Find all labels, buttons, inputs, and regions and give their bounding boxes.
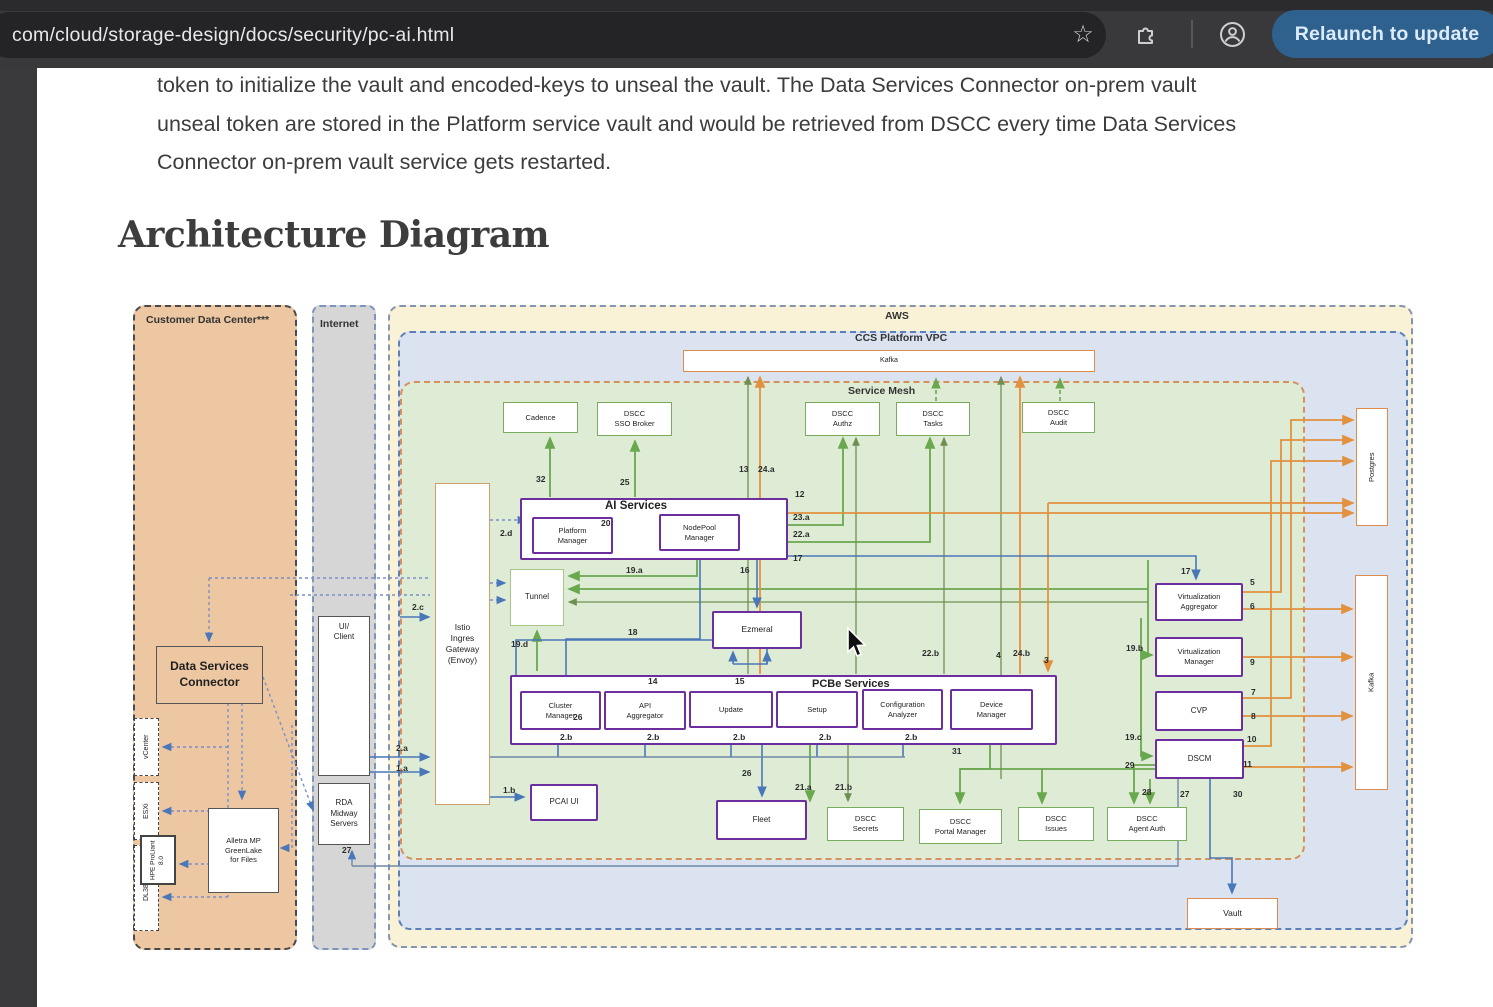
node-kafka-bar: Kafka bbox=[683, 350, 1095, 372]
node-hpe-proliant: HPE ProLiant 8.0 bbox=[140, 835, 176, 885]
node-data-services-connector: Data Services Connector bbox=[156, 646, 263, 704]
edge-label: 25 bbox=[620, 477, 629, 487]
node-virtualization-manager: Virtualization Manager bbox=[1155, 637, 1243, 677]
edge-label: 26 bbox=[742, 768, 751, 778]
edge-label: 19.c bbox=[1125, 732, 1142, 742]
edge-label: 2.b bbox=[819, 732, 831, 742]
edge-label: 28 bbox=[1142, 787, 1151, 797]
edge-label: 22.a bbox=[793, 529, 810, 539]
node-dscm: DSCM bbox=[1155, 739, 1244, 779]
edge-label: 32 bbox=[536, 474, 545, 484]
mouse-cursor bbox=[846, 627, 872, 659]
node-dscc-authz: DSCC Authz bbox=[805, 402, 880, 436]
edge-label: 30 bbox=[1233, 789, 1242, 799]
edge-label: 1.b bbox=[503, 785, 515, 795]
node-dscc-portal-manager: DSCC Portal Manager bbox=[919, 809, 1002, 844]
edge-label: 2.b bbox=[905, 732, 917, 742]
edge-label: 17 bbox=[1181, 566, 1190, 576]
edge-label: 24.b bbox=[1013, 648, 1030, 658]
edge-label: 24.a bbox=[758, 464, 775, 474]
edge-label: 6 bbox=[1250, 601, 1255, 611]
edge-label: 3 bbox=[1044, 655, 1049, 665]
node-cvp: CVP bbox=[1155, 691, 1243, 731]
node-setup: Setup bbox=[776, 691, 858, 728]
edge-label: 19.a bbox=[626, 565, 643, 575]
node-cadence: Cadence bbox=[503, 402, 578, 433]
node-vault: Vault bbox=[1187, 898, 1278, 929]
edge-label: 31 bbox=[952, 746, 961, 756]
node-virtualization-aggregator: Virtualization Aggregator bbox=[1155, 583, 1243, 621]
edge-label: 1.a bbox=[396, 763, 408, 773]
edge-label: 20 bbox=[601, 518, 610, 528]
edge-label: 22.b bbox=[922, 648, 939, 658]
node-postgres: Postgres bbox=[1356, 408, 1388, 526]
node-dscc-tasks: DSCC Tasks bbox=[896, 402, 970, 436]
edge-label: 2.d bbox=[500, 528, 512, 538]
edge-label: 2.a bbox=[396, 743, 408, 753]
edge-label: 2.c bbox=[412, 602, 424, 612]
node-fleet: Fleet bbox=[716, 800, 807, 840]
edge-label: 2.b bbox=[733, 732, 745, 742]
node-ai-services-title: AI Services bbox=[605, 500, 667, 512]
node-api-aggregator: API Aggregator bbox=[604, 691, 686, 730]
node-tunnel: Tunnel bbox=[510, 569, 564, 626]
node-alletra: Alletra MP GreenLake for Files bbox=[208, 808, 279, 893]
edge-label: 11 bbox=[1243, 759, 1252, 769]
node-dscc-issues: DSCC Issues bbox=[1018, 807, 1094, 841]
edge-label: 14 bbox=[648, 676, 657, 686]
node-ezmeral: Ezmeral bbox=[712, 611, 802, 649]
edge-label: 26 bbox=[573, 712, 582, 722]
node-ui-client: UI/ Client bbox=[318, 616, 370, 776]
edge-label: 12 bbox=[795, 489, 804, 499]
node-dscc-agent-auth: DSCC Agent Auth bbox=[1107, 807, 1187, 841]
node-pcai-ui: PCAI UI bbox=[530, 784, 598, 821]
edge-label: 9 bbox=[1250, 657, 1255, 667]
edge-label: 21.a bbox=[795, 782, 812, 792]
edge-label: 10 bbox=[1247, 734, 1256, 744]
edge-label: 15 bbox=[735, 676, 744, 686]
node-rda-midway: RDA Midway Servers bbox=[318, 783, 370, 845]
edge-label: 16 bbox=[740, 565, 749, 575]
edge-label: 27 bbox=[1180, 789, 1189, 799]
node-cluster-manager: Cluster Manager bbox=[520, 691, 601, 730]
node-nodepool-manager: NodePool Manager bbox=[659, 514, 740, 551]
node-dscc-secrets: DSCC Secrets bbox=[827, 807, 904, 841]
node-configuration-analyzer: Configuration Analyzer bbox=[862, 689, 943, 730]
edge-label: 17 bbox=[793, 553, 802, 563]
node-esxi: ESXi bbox=[134, 782, 159, 840]
edge-label: 29 bbox=[1125, 760, 1134, 770]
edge-label: 2.b bbox=[647, 732, 659, 742]
node-dscc-audit: DSCC Audit bbox=[1022, 402, 1095, 433]
edge-label: 13 bbox=[739, 464, 748, 474]
edge-label: 7 bbox=[1251, 687, 1256, 697]
edge-label: 4 bbox=[996, 650, 1001, 660]
edge-label: 23.a bbox=[793, 512, 810, 522]
edge-label: 8 bbox=[1251, 711, 1256, 721]
node-kafka-right: Kafka bbox=[1355, 575, 1388, 790]
edge-label: 27 bbox=[342, 845, 351, 855]
edge-label: 19.d bbox=[511, 639, 528, 649]
node-update: Update bbox=[689, 691, 773, 728]
edge-label: 2.b bbox=[560, 732, 572, 742]
node-sso-broker: DSCC SSO Broker bbox=[597, 402, 672, 436]
node-istio-gateway: Istio Ingres Gateway (Envoy) bbox=[435, 483, 490, 805]
edge-label: 5 bbox=[1250, 577, 1255, 587]
edge-label: 19.b bbox=[1126, 643, 1143, 653]
node-vcenter: vCenter bbox=[134, 718, 159, 776]
edge-label: 18 bbox=[628, 627, 637, 637]
node-device-manager: Device Manager bbox=[950, 689, 1033, 730]
edge-label: 21.b bbox=[835, 782, 852, 792]
